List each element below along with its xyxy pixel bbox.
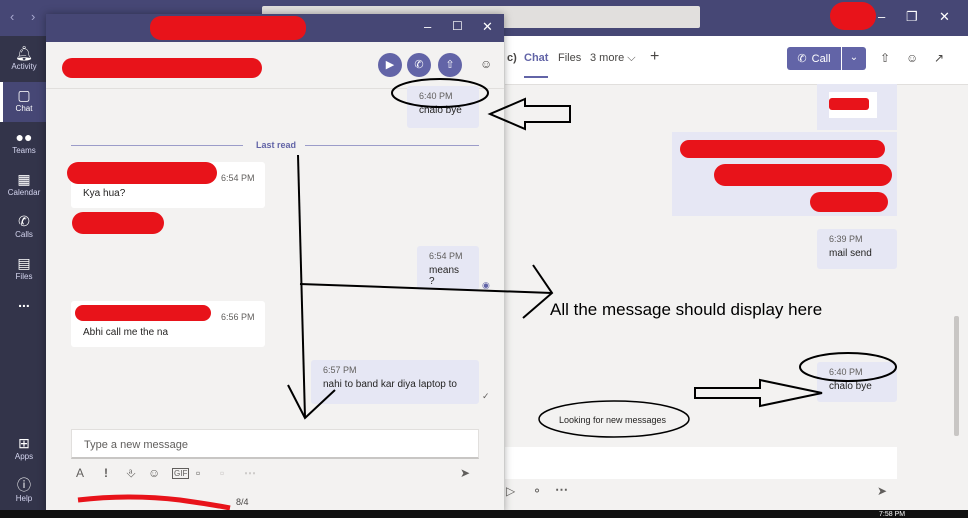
- annotation-arrowhead: [287, 384, 336, 420]
- annotation-arrow: [694, 378, 823, 408]
- taskbar: [0, 510, 968, 518]
- taskbar-clock: 7:58 PM: [879, 511, 906, 518]
- redaction-scribble: [77, 494, 231, 511]
- annotation-arrow: [487, 97, 571, 131]
- annotation-circle: [799, 352, 897, 382]
- date-fragment: 8/4: [236, 497, 249, 507]
- annotation-circle: [391, 78, 489, 108]
- annotation-overlay: [77, 78, 897, 511]
- annotation-circle: [538, 400, 690, 438]
- annotation-line: [297, 154, 306, 419]
- annotation-line: [299, 283, 553, 294]
